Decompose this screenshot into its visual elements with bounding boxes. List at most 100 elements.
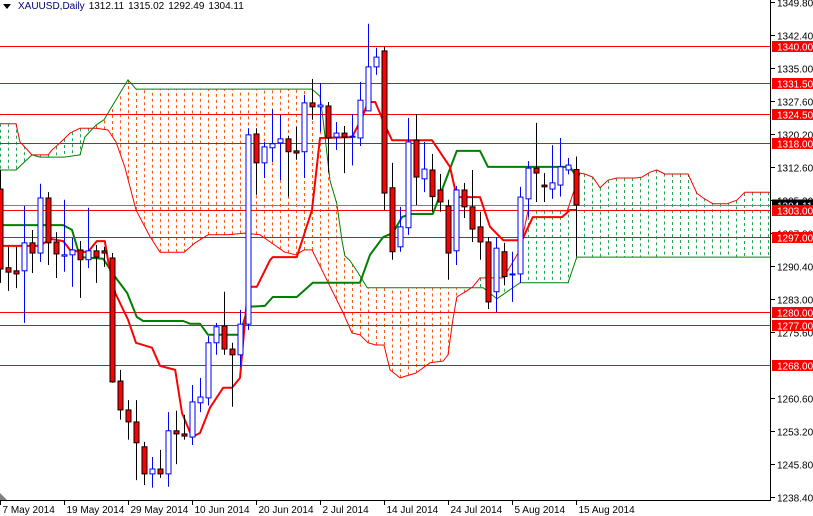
bearish-candle (221, 325, 228, 350)
bearish-candle (117, 380, 124, 411)
bullish-candle (517, 196, 524, 275)
bullish-candle (509, 273, 516, 276)
bullish-candle (165, 430, 172, 475)
price-tick-label: 1260.60 (777, 395, 813, 406)
bullish-candle (357, 99, 364, 139)
bullish-candle (557, 166, 564, 186)
price-tick-label: 1290.40 (777, 263, 813, 274)
bearish-candle (157, 468, 164, 475)
bearish-candle (413, 139, 420, 178)
level-price-label: 1297.00 (777, 234, 813, 245)
bullish-candle (333, 132, 340, 138)
bullish-candle (269, 143, 276, 149)
date-tick-label: 10 Jun 2014 (195, 505, 250, 516)
bearish-candle (133, 421, 140, 444)
bearish-candle (437, 189, 444, 203)
chart-shift-triangle-icon (0, 493, 7, 500)
bearish-candle (293, 150, 300, 154)
bullish-candle (525, 167, 532, 200)
bullish-candle (37, 197, 44, 254)
date-tick-label: 15 Aug 2014 (579, 505, 636, 516)
bearish-candle (125, 409, 132, 423)
bullish-candle (493, 247, 500, 293)
bullish-candle (245, 134, 252, 325)
bullish-candle (405, 141, 412, 229)
date-tick-label: 20 Jun 2014 (259, 505, 314, 516)
level-price-label: 1318.00 (777, 140, 813, 151)
bullish-candle (21, 242, 28, 272)
bullish-candle (85, 250, 92, 261)
bearish-candle (445, 205, 452, 254)
price-tick-label: 1327.60 (777, 98, 813, 109)
price-tick-label: 1349.80 (777, 0, 813, 10)
level-price-label: 1280.00 (777, 309, 813, 320)
bullish-candle (149, 468, 156, 475)
price-tick-label: 1312.60 (777, 164, 813, 175)
bullish-candle (261, 146, 268, 164)
bearish-candle (469, 206, 476, 230)
price-tick-label: 1283.00 (777, 296, 813, 307)
bearish-candle (541, 184, 548, 188)
bearish-candle (29, 242, 36, 254)
bullish-candle (565, 164, 572, 171)
bearish-candle (229, 348, 236, 356)
bearish-candle (461, 189, 468, 208)
date-tick-label: 14 Jul 2014 (387, 505, 439, 516)
bullish-candle (421, 168, 428, 180)
price-tick-label: 1245.80 (777, 461, 813, 472)
bearish-candle (533, 167, 540, 174)
price-tick-label: 1238.40 (777, 494, 813, 505)
bullish-candle (397, 226, 404, 248)
bearish-candle (173, 430, 180, 435)
level-price-label: 1268.00 (777, 362, 813, 373)
bullish-candle (237, 323, 244, 356)
bearish-candle (45, 197, 52, 244)
price-chart[interactable]: 1349.801342.401335.001327.601320.201312.… (0, 0, 813, 516)
level-price-label: 1331.50 (777, 80, 813, 91)
bearish-candle (429, 169, 436, 198)
ohlc-open: 1312.11 (88, 1, 125, 12)
bullish-candle (213, 326, 220, 344)
bearish-candle (101, 250, 108, 254)
price-tick-label: 1253.20 (777, 428, 813, 439)
bearish-candle (181, 433, 188, 437)
level-price-label: 1324.50 (777, 111, 813, 122)
chart-header: XAUUSD,Daily 1312.11 1315.02 1292.49 130… (3, 1, 244, 12)
bullish-candle (61, 254, 68, 257)
bearish-candle (0, 188, 4, 270)
bearish-candle (389, 187, 396, 253)
bearish-candle (13, 270, 20, 275)
bullish-candle (189, 401, 196, 438)
ohlc-high: 1315.02 (128, 1, 165, 12)
date-tick-label: 19 May 2014 (67, 505, 125, 516)
date-tick-label: 29 May 2014 (131, 505, 189, 516)
bearish-candle (93, 250, 100, 258)
bullish-candle (197, 396, 204, 404)
bearish-candle (285, 138, 292, 153)
bearish-candle (309, 102, 316, 108)
bullish-candle (373, 56, 380, 68)
bullish-candle (69, 249, 76, 256)
bullish-candle (301, 102, 308, 153)
level-price-label: 1340.00 (777, 43, 813, 54)
level-price-label: 1303.00 (777, 207, 813, 218)
bearish-candle (77, 249, 84, 261)
bearish-candle (573, 168, 580, 206)
ohlc-close: 1304.11 (208, 1, 244, 12)
ohlc-low: 1292.49 (168, 1, 205, 12)
bullish-candle (277, 138, 284, 144)
bearish-candle (253, 133, 260, 164)
bullish-candle (205, 342, 212, 399)
axes: 1349.801342.401335.001327.601320.201312.… (0, 0, 813, 516)
dropdown-triangle-icon[interactable] (3, 4, 11, 9)
price-tick-label: 1335.00 (777, 65, 813, 76)
price-tick-label: 1342.40 (777, 32, 813, 43)
bullish-candle (549, 182, 556, 190)
date-tick-label: 7 May 2014 (3, 505, 56, 516)
date-tick-label: 2 Jul 2014 (323, 505, 370, 516)
date-tick-label: 5 Aug 2014 (515, 505, 566, 516)
bullish-candle (365, 66, 372, 112)
bullish-candle (349, 135, 356, 138)
bearish-candle (381, 50, 388, 194)
symbol-timeframe: XAUUSD,Daily (18, 1, 85, 12)
